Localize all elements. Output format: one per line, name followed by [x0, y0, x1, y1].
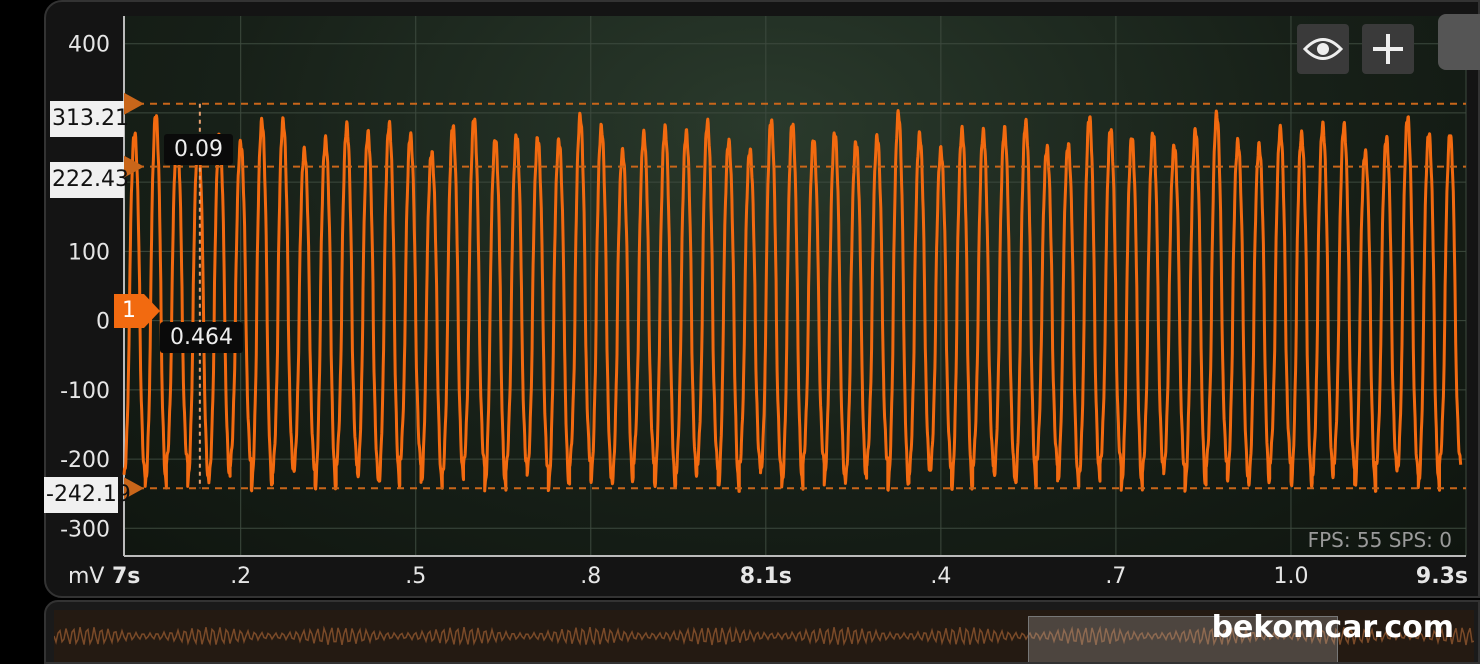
unit-label: mV [68, 564, 104, 589]
y-tick-label: -200 [60, 448, 110, 473]
x-tick-label: .5 [405, 564, 426, 589]
channel-marker[interactable]: 1 [114, 294, 144, 328]
y-tick-label: 100 [68, 240, 110, 265]
fps-status: FPS: 55 SPS: 0 [1307, 528, 1452, 552]
series-line [122, 109, 1463, 493]
cursor-tag-mid[interactable]: 222.43 [50, 162, 129, 198]
watermark: bekomcar.com [1211, 610, 1454, 645]
eye-icon [1303, 38, 1343, 60]
cursor-value-readout: 0.464 [160, 322, 243, 353]
plus-icon [1373, 34, 1403, 64]
x-tick-label: 7s [112, 564, 140, 589]
x-tick-label: .2 [230, 564, 251, 589]
y-tick-label: -100 [60, 379, 110, 404]
visibility-button[interactable] [1297, 24, 1349, 74]
x-tick-label: .8 [580, 564, 601, 589]
x-tick-label: 9.3s [1416, 564, 1468, 589]
x-tick-label: .7 [1105, 564, 1126, 589]
y-tick-label: -300 [60, 517, 110, 542]
x-tick-label: .4 [930, 564, 951, 589]
add-button[interactable] [1362, 24, 1414, 74]
y-tick-label: 0 [96, 310, 110, 335]
y-tick-label: 400 [68, 33, 110, 58]
delta-time-readout: 0.09 [164, 134, 233, 165]
x-tick-label: 8.1s [740, 564, 792, 589]
cursor-tag-low[interactable]: -242.19 [44, 477, 131, 513]
cursor-tag-high[interactable]: 313.21 [50, 101, 129, 137]
x-tick-label: 1.0 [1273, 564, 1308, 589]
side-drawer-handle[interactable] [1438, 14, 1480, 70]
